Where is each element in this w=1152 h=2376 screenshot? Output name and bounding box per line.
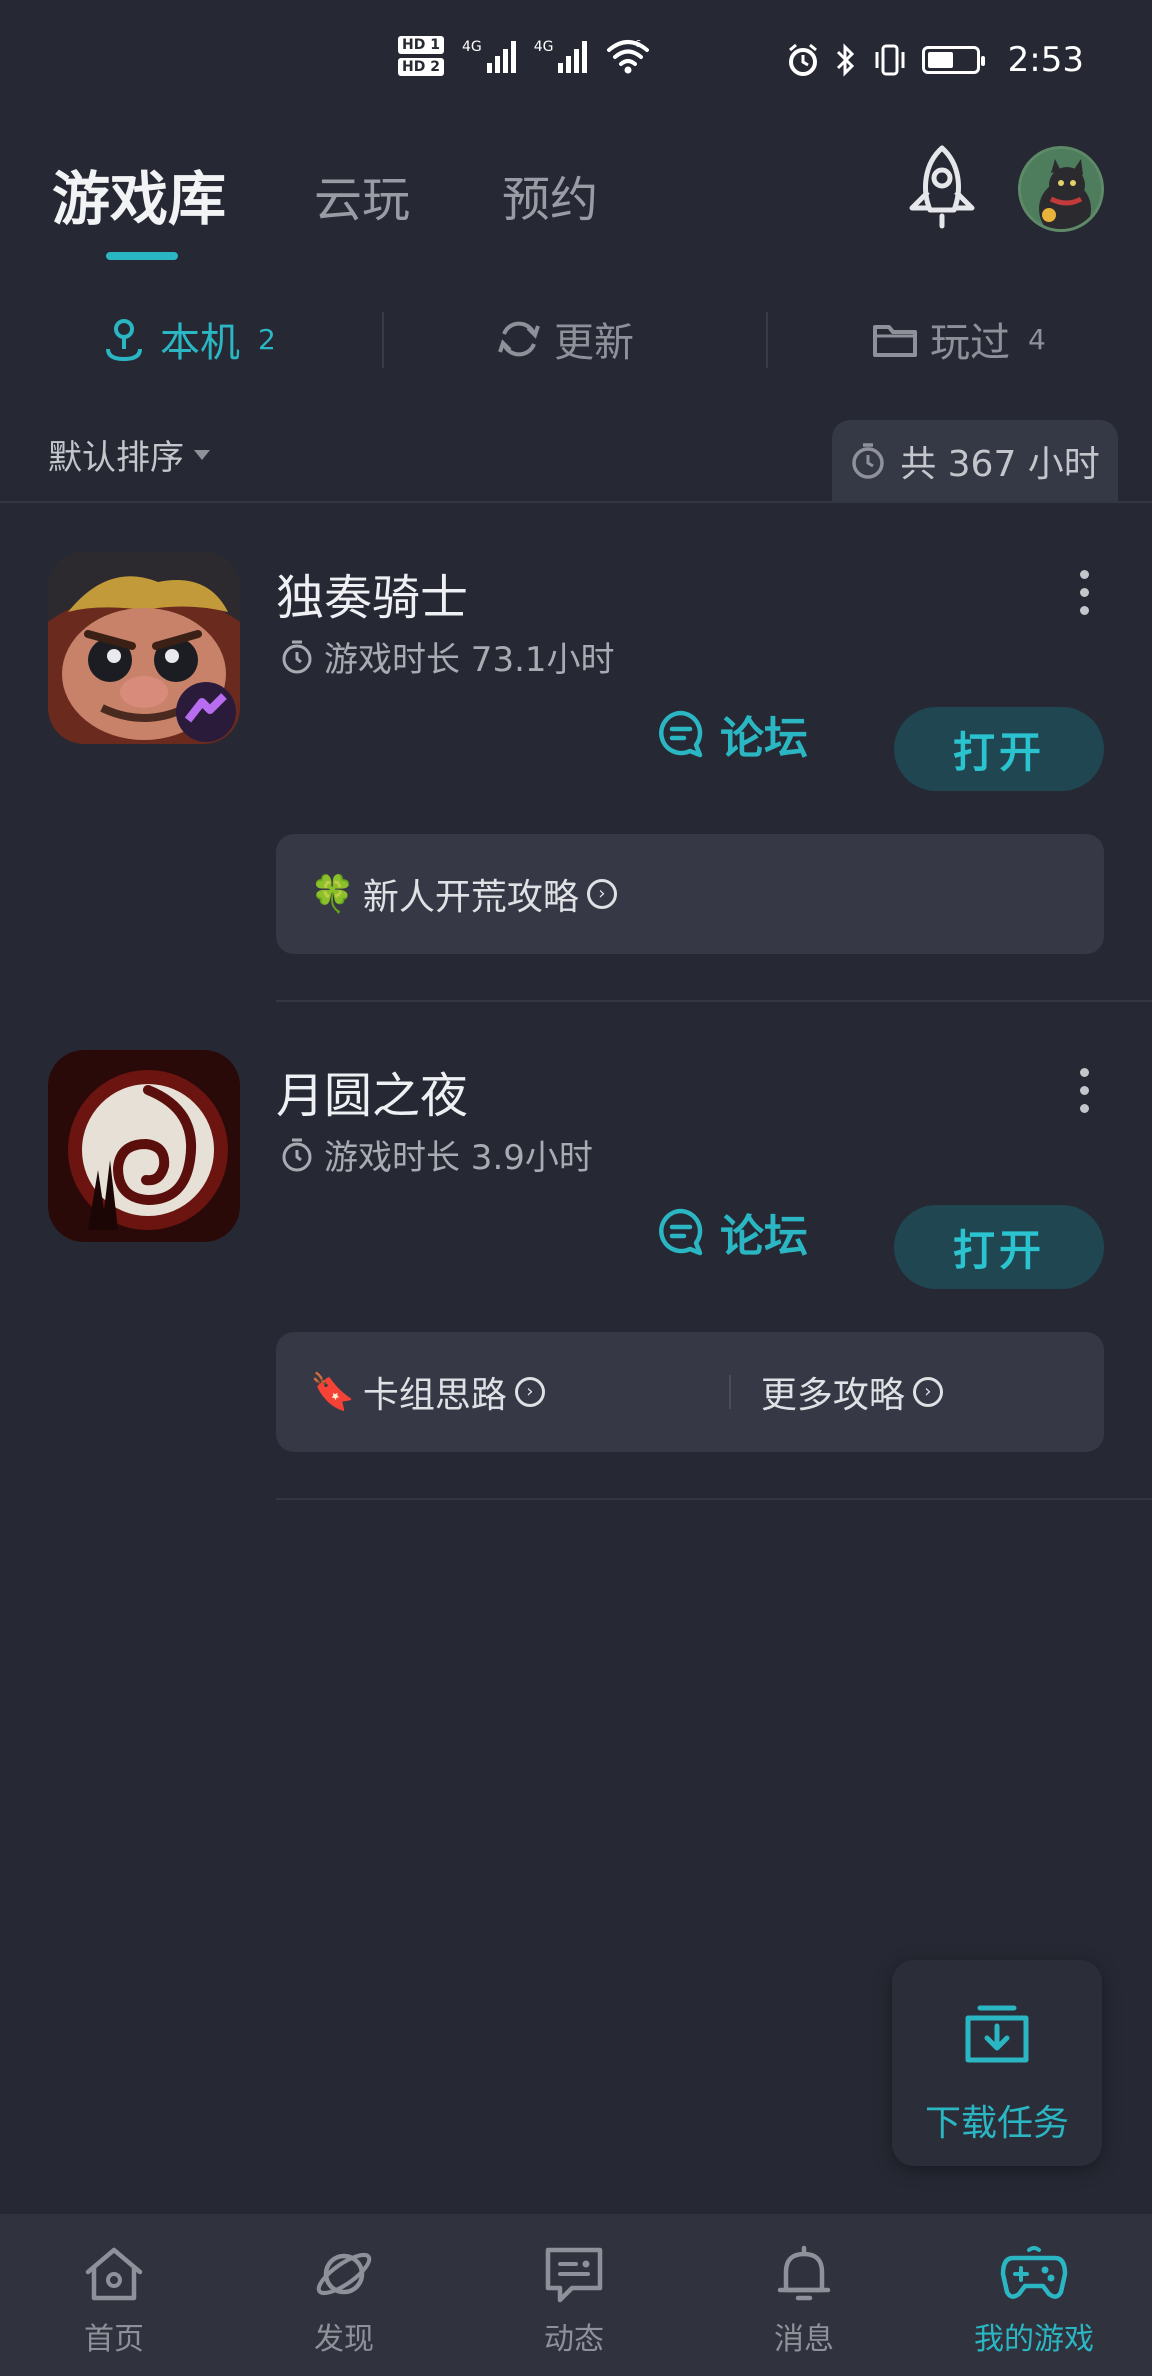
subtab-played-count: 4 (1028, 322, 1046, 356)
game-playtime-label: 游戏时长 3.9小时 (324, 1138, 593, 1178)
forum-label: 论坛 (720, 1211, 808, 1262)
nav-messages[interactable]: 消息 (704, 2214, 904, 2376)
divider (276, 1498, 1152, 1500)
subtab-divider (766, 312, 768, 368)
game-playtime: 游戏时长 3.9小时 (280, 1130, 593, 1179)
nav-my-games[interactable]: 我的游戏 (934, 2214, 1134, 2376)
forum-label: 论坛 (720, 713, 808, 764)
subtab-divider (382, 312, 384, 368)
guide-link[interactable]: 🔖 卡组思路 › (310, 1366, 545, 1418)
active-tab-indicator (106, 252, 178, 260)
game-icon-soul-knight[interactable] (48, 552, 240, 744)
status-right: 2:53 (786, 40, 1084, 80)
folder-icon (873, 325, 917, 357)
planet-icon (316, 2252, 372, 2296)
chevron-right-icon: › (514, 1377, 545, 1407)
hd2-badge: HD 2 (398, 58, 444, 76)
local-device-icon (106, 319, 142, 362)
chevron-right-icon: › (912, 1377, 943, 1407)
tab-game-library[interactable]: 游戏库 (52, 152, 226, 236)
divider (276, 1000, 1152, 1002)
total-playtime-label: 共 367 小时 (900, 444, 1100, 485)
guide-label: 更多攻略 (760, 1375, 905, 1416)
status-bar: HD 1 HD 2 4G 4G 6 2:53 (0, 0, 1152, 130)
stopwatch-icon (852, 443, 884, 479)
download-tasks-button[interactable]: 下载任务 (892, 1960, 1102, 2166)
divider (0, 501, 1152, 503)
tab-reservation[interactable]: 预约 (502, 160, 598, 230)
rocket-icon[interactable] (902, 142, 982, 232)
game-title[interactable]: 月圆之夜 (276, 1056, 468, 1126)
guide-label: 卡组思路 (362, 1375, 507, 1416)
nav-discover[interactable]: 发现 (244, 2214, 444, 2376)
open-game-button[interactable]: 打开 (894, 707, 1104, 791)
forum-button[interactable]: 论坛 (656, 702, 808, 766)
subtab-local[interactable]: 本机 2 (100, 310, 276, 368)
bookmark-icon: 🔖 (310, 1372, 355, 1413)
wifi-icon: 6 (607, 39, 650, 74)
sort-dropdown[interactable]: 默认排序 (48, 430, 210, 479)
game-playtime-label: 游戏时长 73.1小时 (324, 640, 615, 680)
wifi-badge: 6 (635, 39, 641, 50)
avatar[interactable] (1018, 146, 1104, 232)
nav-home[interactable]: 首页 (14, 2214, 214, 2376)
guide-link[interactable]: 🍀 新人开荒攻略 › (310, 868, 617, 920)
clock: 2:53 (1007, 40, 1084, 80)
subtab-local-label: 本机 (160, 320, 240, 366)
bottom-nav: 首页 发现 动态 消息 我的游戏 (0, 2214, 1152, 2376)
refresh-icon (498, 321, 540, 357)
chevron-down-icon (194, 449, 210, 460)
home-icon (85, 2247, 143, 2301)
nav-home-label: 首页 (84, 2322, 144, 2357)
game-icon-night-of-full-moon[interactable] (48, 1050, 240, 1242)
nav-discover-label: 发现 (314, 2322, 374, 2357)
hd-badges: HD 1 HD 2 (398, 36, 444, 76)
signal-group: HD 1 HD 2 4G 4G 6 (398, 36, 651, 76)
chevron-right-icon: › (586, 879, 617, 909)
more-options-icon[interactable] (1080, 1068, 1092, 1113)
download-tasks-label: 下载任务 (924, 2103, 1069, 2144)
open-game-button[interactable]: 打开 (894, 1205, 1104, 1289)
subtab-update-label: 更新 (554, 320, 634, 366)
guide-link[interactable]: 更多攻略 › (761, 1366, 943, 1418)
gamepad-icon (1000, 2246, 1068, 2299)
net2-label: 4G (533, 39, 554, 55)
forum-icon (659, 710, 703, 758)
chat-icon (545, 2247, 603, 2303)
subtab-played-label: 玩过 (930, 320, 1010, 366)
nav-feed-label: 动态 (544, 2322, 604, 2357)
vibrate-icon (875, 44, 905, 76)
clover-icon: 🍀 (310, 874, 355, 915)
stopwatch-icon (282, 640, 312, 673)
subtab-update[interactable]: 更新 (496, 310, 634, 368)
subtab-local-count: 2 (258, 322, 276, 356)
forum-icon (659, 1208, 703, 1256)
battery-icon (921, 46, 985, 74)
stopwatch-icon (282, 1138, 312, 1171)
tab-cloud-play[interactable]: 云玩 (314, 160, 410, 230)
nav-my-games-label: 我的游戏 (974, 2322, 1094, 2357)
nav-messages-label: 消息 (774, 2322, 834, 2357)
guide-bar: 🍀 新人开荒攻略 › (276, 834, 1104, 954)
nav-feed[interactable]: 动态 (474, 2214, 674, 2376)
game-title[interactable]: 独奏骑士 (276, 558, 468, 628)
guide-label: 新人开荒攻略 (362, 877, 579, 918)
guide-divider (728, 1375, 731, 1409)
subtab-played[interactable]: 玩过 4 (872, 310, 1046, 368)
hd1-badge: HD 1 (398, 36, 444, 54)
bluetooth-icon (836, 43, 854, 77)
total-playtime-badge: 共 367 小时 (832, 420, 1118, 502)
bell-icon (777, 2245, 831, 2301)
download-icon (965, 2005, 1029, 2063)
forum-button[interactable]: 论坛 (656, 1200, 808, 1264)
signal1-icon: 4G (462, 39, 516, 73)
sub-tabs: 本机 2 更新 玩过 4 (0, 300, 1152, 380)
game-playtime: 游戏时长 73.1小时 (280, 632, 615, 681)
net1-label: 4G (461, 39, 482, 55)
more-options-icon[interactable] (1080, 570, 1092, 615)
guide-bar: 🔖 卡组思路 › 更多攻略 › (276, 1332, 1104, 1452)
alarm-icon (788, 43, 817, 76)
sort-label: 默认排序 (48, 438, 184, 478)
signal2-icon: 4G (534, 39, 588, 73)
